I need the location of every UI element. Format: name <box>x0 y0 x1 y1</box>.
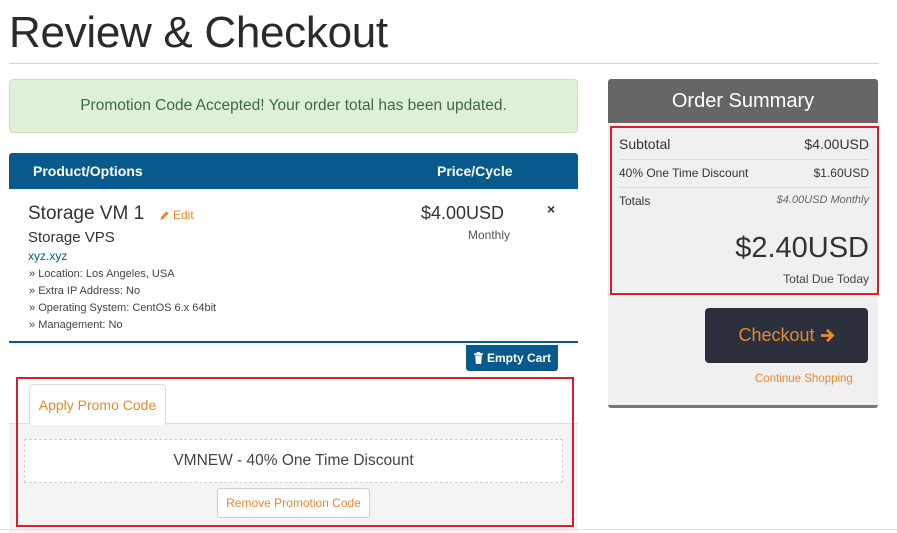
continue-shopping-link[interactable]: Continue Shopping <box>705 373 897 385</box>
product-group: Storage VPS <box>28 229 115 246</box>
title-divider <box>9 63 879 64</box>
promo-success-alert: Promotion Code Accepted! Your order tota… <box>9 79 578 133</box>
option-os: Operating System: CentOS 6.x 64bit <box>29 300 216 317</box>
checkout-button[interactable]: Checkout <box>705 308 868 363</box>
header-product: Product/Options <box>33 163 143 179</box>
edit-label: Edit <box>173 208 194 222</box>
header-price: Price/Cycle <box>437 163 513 179</box>
product-options: Location: Los Angeles, USA Extra IP Addr… <box>29 266 216 334</box>
bottom-divider <box>0 529 897 530</box>
pencil-icon <box>160 210 169 220</box>
product-domain: xyz.xyz <box>28 249 68 263</box>
option-location: Location: Los Angeles, USA <box>29 266 216 283</box>
option-management: Management: No <box>29 317 216 334</box>
trash-icon <box>474 352 483 364</box>
item-price: $4.00USD <box>421 203 505 223</box>
option-extra-ip: Extra IP Address: No <box>29 283 216 300</box>
item-cycle: Monthly <box>468 228 511 242</box>
cart-item: Storage VM 1 Edit Storage VPS xyz.xyz Lo… <box>9 189 578 343</box>
product-name: Storage VM 1 <box>28 203 145 224</box>
empty-cart-label: Empty Cart <box>486 351 551 365</box>
cart-table-header: Product/Options Price/Cycle <box>9 153 578 189</box>
close-icon[interactable]: × <box>547 201 555 217</box>
alert-message: Promotion Code Accepted! Your order tota… <box>80 97 507 114</box>
empty-cart-button[interactable]: Empty Cart <box>466 345 558 371</box>
order-summary-title: Order Summary <box>608 79 878 123</box>
edit-link[interactable]: Edit <box>159 208 194 222</box>
checkout-label: Checkout <box>738 325 815 345</box>
summary-highlight-box <box>610 126 879 295</box>
page-title: Review & Checkout <box>9 8 388 57</box>
arrow-right-icon <box>820 328 835 343</box>
promo-highlight-box <box>16 377 574 527</box>
